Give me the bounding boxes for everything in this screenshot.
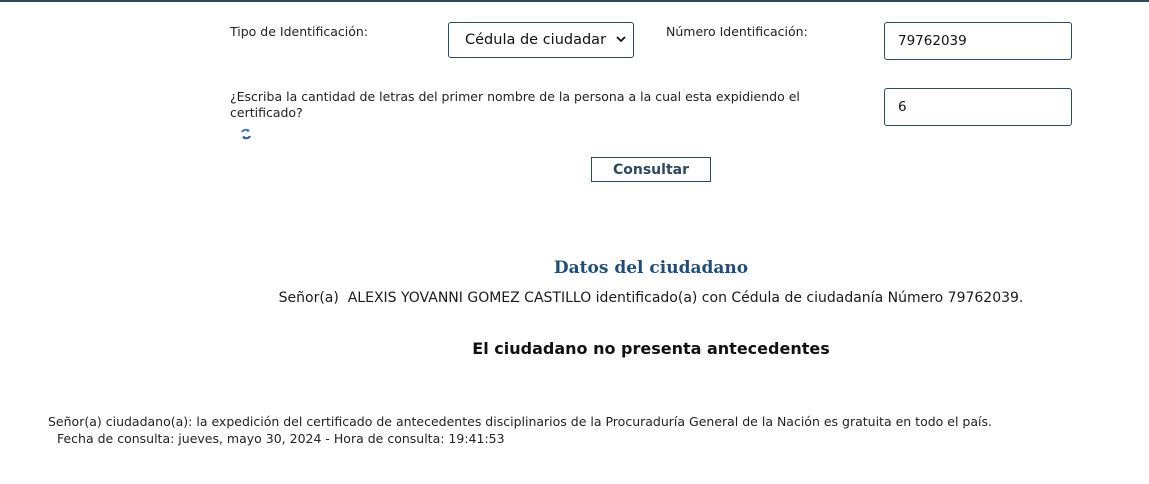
record-status-text: El ciudadano no presenta antecedentes — [472, 339, 830, 358]
top-border — [0, 0, 1149, 2]
consultation-datetime: Fecha de consulta: jueves, mayo 30, 2024… — [53, 431, 505, 446]
answer-field[interactable]: 6 — [884, 88, 1072, 126]
id-number-value: 79762039 — [898, 33, 967, 49]
chevron-down-icon — [616, 36, 626, 43]
answer-value: 6 — [898, 99, 907, 115]
citizen-data-title: Datos del ciudadano — [553, 258, 749, 278]
id-type-selected-value: Cédula de ciudadar — [465, 32, 607, 48]
security-question-label: ¿Escriba la cantidad de letras del prime… — [230, 89, 800, 120]
refresh-icon[interactable] — [239, 127, 253, 141]
citizen-identification-text: Señor(a) ALEXIS YOVANNI GOMEZ CASTILLO i… — [278, 290, 1024, 306]
id-number-label: Número Identificación: — [666, 24, 808, 39]
consultar-button[interactable]: Consultar — [591, 157, 711, 182]
id-type-label: Tipo de Identificación: — [230, 24, 369, 39]
id-number-field[interactable]: 79762039 — [884, 22, 1072, 60]
footer-note: Señor(a) ciudadano(a): la expedición del… — [48, 414, 992, 429]
id-type-select[interactable]: Cédula de ciudadar — [448, 22, 634, 58]
